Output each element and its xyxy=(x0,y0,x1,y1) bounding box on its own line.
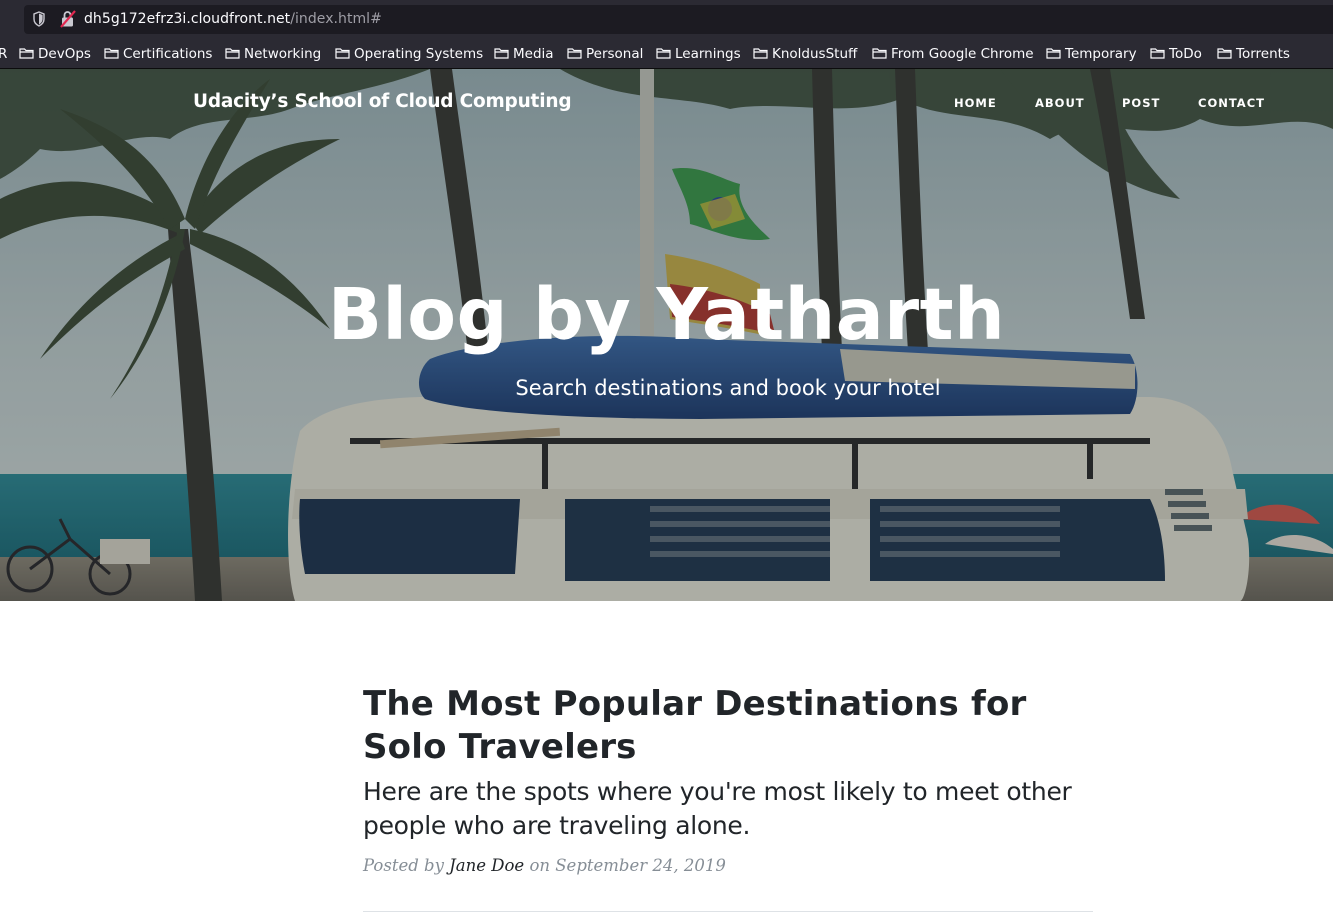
folder-icon xyxy=(335,48,350,59)
url-path: /index.html# xyxy=(290,11,382,27)
bookmark-item[interactable]: DevOps xyxy=(19,46,91,63)
bookmark-item[interactable]: Certifications xyxy=(104,46,212,63)
post-meta-on: on xyxy=(529,856,550,875)
hero-title: Blog by Yatharth xyxy=(327,273,1006,356)
site-brand-link[interactable]: Udacity’s School of Cloud Computing xyxy=(193,91,572,112)
post-subtitle[interactable]: Here are the spots where you're most lik… xyxy=(363,775,1093,843)
bookmark-label: ToDo xyxy=(1169,46,1202,62)
folder-icon xyxy=(567,48,582,59)
bookmark-label: Torrents xyxy=(1236,46,1290,62)
folder-icon xyxy=(753,48,768,59)
folder-icon xyxy=(1046,48,1061,59)
bookmark-label: Personal xyxy=(586,46,644,62)
bookmark-item[interactable]: R xyxy=(0,46,7,63)
url-host: dh5g172efrz3i.cloudfront.net xyxy=(84,11,291,27)
bookmark-item[interactable]: Temporary xyxy=(1046,46,1137,63)
bookmark-label: Operating Systems xyxy=(354,46,484,62)
post-title-link[interactable]: The Most Popular Destinations for Solo T… xyxy=(363,683,1093,769)
post-date: September 24, 2019 xyxy=(555,856,726,875)
browser-toolbar: dh5g172efrz3i.cloudfront.net/index.html# xyxy=(0,0,1333,39)
folder-icon xyxy=(656,48,671,59)
bookmarks-toolbar: R DevOps Certifications Networking Operating… xyxy=(0,39,1333,69)
bookmark-label: Media xyxy=(513,46,554,62)
bookmark-label: From Google Chrome xyxy=(891,46,1034,62)
insecure-lock-icon[interactable] xyxy=(60,10,76,28)
hero-subtitle: Search destinations and book your hotel xyxy=(515,376,941,400)
post-divider xyxy=(363,911,1093,912)
bookmark-label: DevOps xyxy=(38,46,91,62)
post-meta: Posted by Jane Doe on September 24, 2019 xyxy=(363,855,1093,877)
bookmark-label: KnoldusStuff xyxy=(772,46,858,62)
nav-post-link[interactable]: POST xyxy=(1122,96,1160,110)
bookmark-label: Learnings xyxy=(675,46,741,62)
nav-about-link[interactable]: ABOUT xyxy=(1035,96,1085,110)
post-author-link[interactable]: Jane Doe xyxy=(449,856,524,875)
bookmark-label: R xyxy=(0,46,7,62)
bookmark-item[interactable]: KnoldusStuff xyxy=(753,46,857,63)
folder-icon xyxy=(19,48,34,59)
bookmark-label: Certifications xyxy=(123,46,213,62)
bookmark-item[interactable]: Learnings xyxy=(656,46,741,63)
bookmark-item[interactable]: ToDo xyxy=(1150,46,1202,63)
bookmark-item[interactable]: Media xyxy=(494,46,554,63)
bookmark-label: Networking xyxy=(244,46,322,62)
folder-icon xyxy=(494,48,509,59)
folder-icon xyxy=(225,48,240,59)
bookmark-item[interactable]: Torrents xyxy=(1217,46,1290,63)
tracking-protection-icon[interactable] xyxy=(33,11,45,27)
url-text[interactable]: dh5g172efrz3i.cloudfront.net/index.html# xyxy=(84,11,382,28)
bookmark-item[interactable]: Personal xyxy=(567,46,643,63)
nav-home-link[interactable]: HOME xyxy=(954,96,997,110)
hero-header: Udacity’s School of Cloud Computing HOME… xyxy=(0,69,1333,601)
folder-icon xyxy=(872,48,887,59)
post-preview: The Most Popular Destinations for Solo T… xyxy=(363,683,1093,877)
bookmark-label: Temporary xyxy=(1065,46,1137,62)
bookmark-item[interactable]: Operating Systems xyxy=(335,46,483,63)
nav-contact-link[interactable]: CONTACT xyxy=(1198,96,1265,110)
post-meta-prefix: Posted by xyxy=(363,856,444,875)
folder-icon xyxy=(1217,48,1232,59)
folder-icon xyxy=(104,48,119,59)
folder-icon xyxy=(1150,48,1165,59)
bookmark-item[interactable]: Networking xyxy=(225,46,321,63)
bookmark-item[interactable]: From Google Chrome xyxy=(872,46,1034,63)
